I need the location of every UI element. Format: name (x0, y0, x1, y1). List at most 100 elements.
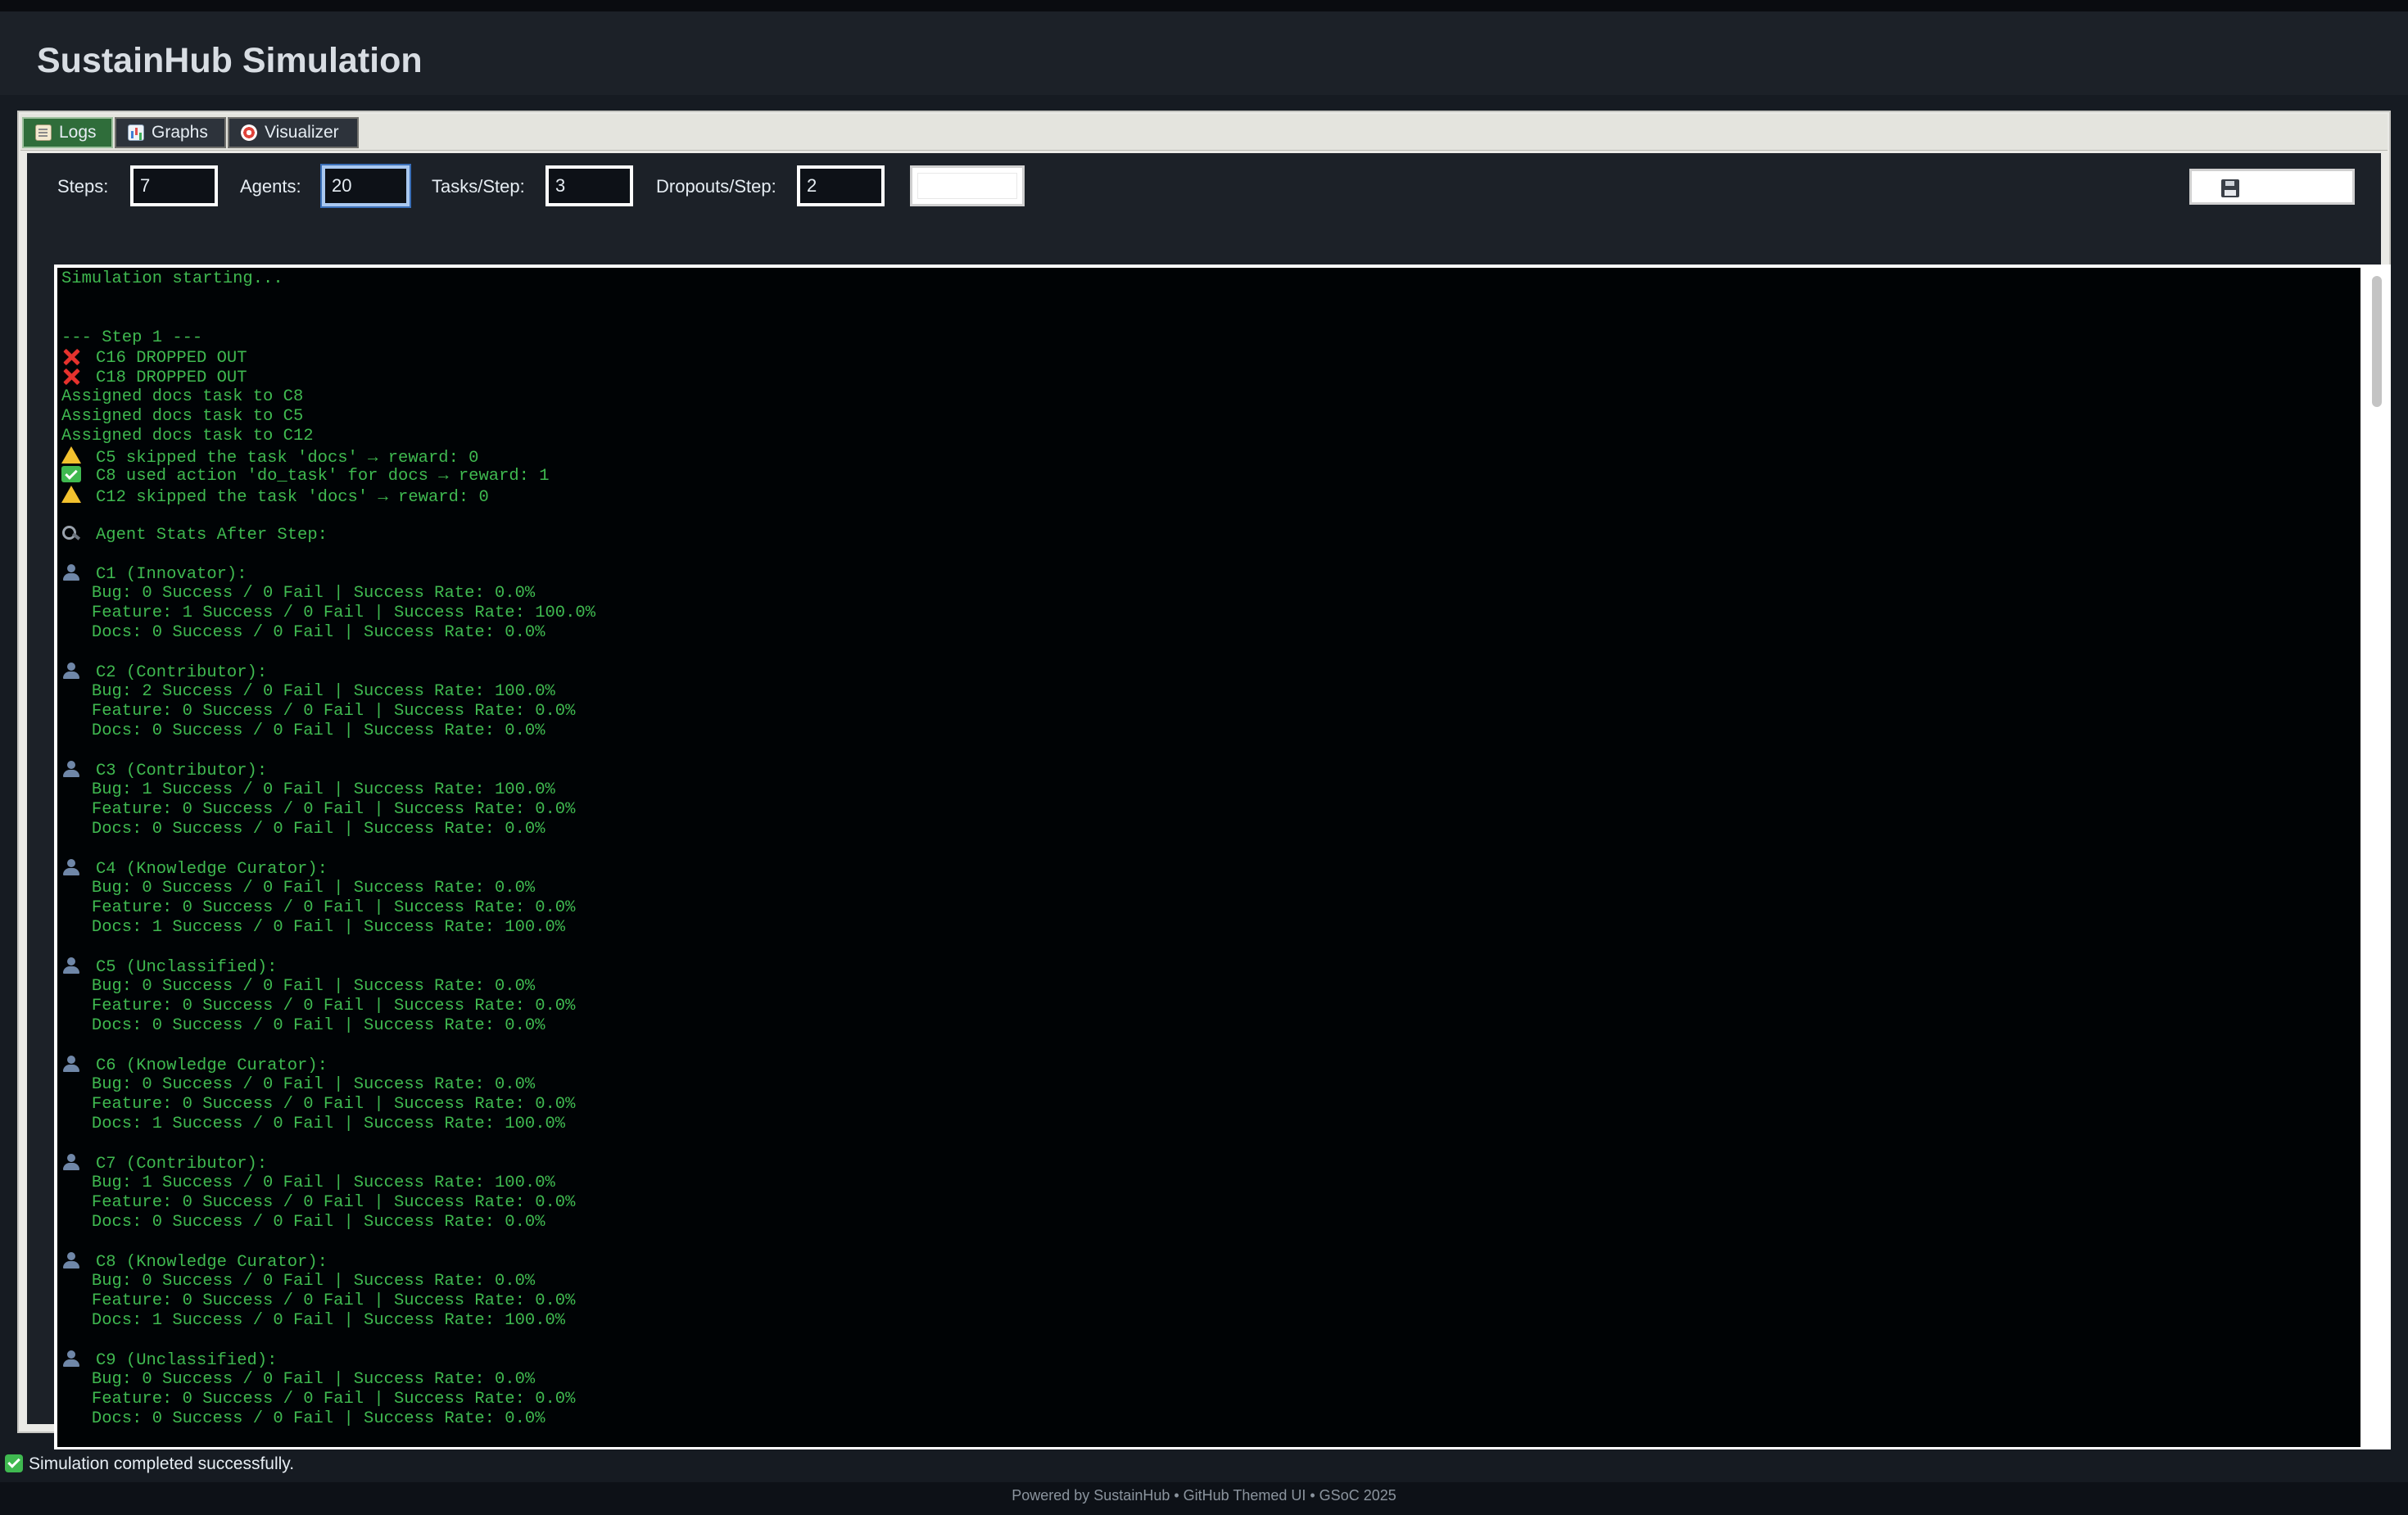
log-line-text: Assigned docs task to C12 (61, 427, 314, 445)
log-scrollbar[interactable] (2360, 268, 2388, 1447)
check-icon (5, 1454, 23, 1472)
log-line: Docs: 0 Success / 0 Fail | Success Rate:… (61, 721, 2360, 741)
log-line: C5 (Unclassified): (61, 957, 2360, 977)
log-line: Bug: 0 Success / 0 Fail | Success Rate: … (61, 977, 2360, 997)
log-line-text: Docs: 0 Success / 0 Fail | Success Rate:… (61, 820, 545, 839)
log-line-text: Bug: 0 Success / 0 Fail | Success Rate: … (61, 1272, 536, 1291)
log-line-text: C5 (Unclassified): (96, 958, 278, 977)
log-line: Docs: 1 Success / 0 Fail | Success Rate:… (61, 1115, 2360, 1134)
log-line: Feature: 0 Success / 0 Fail | Success Ra… (61, 1291, 2360, 1311)
user-icon (61, 663, 81, 679)
log-line: Docs: 0 Success / 0 Fail | Success Rate:… (61, 1409, 2360, 1429)
log-line-text: Feature: 0 Success / 0 Fail | Success Ra… (61, 800, 576, 819)
user-icon (61, 1154, 81, 1170)
tab-graphs[interactable]: Graphs (115, 117, 226, 148)
log-line-text: C8 (Knowledge Curator): (96, 1253, 328, 1272)
log-line: C9 (Unclassified): (61, 1350, 2360, 1370)
log-line-text: Simulation starting... (61, 269, 283, 288)
log-line-text: Agent Stats After Step: (96, 526, 328, 545)
log-line-text: Feature: 1 Success / 0 Fail | Success Ra… (61, 604, 596, 622)
dropouts-per-step-input[interactable] (797, 165, 885, 206)
save-log-button[interactable] (2189, 169, 2355, 205)
cross-icon (61, 348, 81, 364)
log-line-text: C12 skipped the task 'docs' → reward: 0 (96, 488, 489, 507)
user-icon (61, 564, 81, 581)
log-line: Feature: 0 Success / 0 Fail | Success Ra… (61, 997, 2360, 1016)
log-line: C8 used action 'do_task' for docs → rewa… (61, 466, 2360, 486)
log-line-text: C16 DROPPED OUT (96, 349, 247, 368)
log-line: Feature: 0 Success / 0 Fail | Success Ra… (61, 800, 2360, 820)
log-line: C4 (Knowledge Curator): (61, 859, 2360, 879)
log-line-text: Bug: 0 Success / 0 Fail | Success Rate: … (61, 879, 536, 898)
tasks-per-step-input[interactable] (545, 165, 633, 206)
check-icon (61, 466, 81, 482)
log-line-text: C3 (Contributor): (96, 762, 268, 780)
footer-text: Powered by SustainHub • GitHub Themed UI… (1012, 1487, 1396, 1504)
steps-input[interactable] (130, 165, 218, 206)
user-icon (61, 859, 81, 875)
app-header: SustainHub Simulation (0, 11, 2408, 95)
log-line-text: C8 used action 'do_task' for docs → rewa… (96, 467, 550, 486)
target-icon (241, 124, 257, 141)
status-bar: Simulation completed successfully. (0, 1449, 2408, 1477)
log-line: Agent Stats After Step: (61, 525, 2360, 545)
log-line: Bug: 0 Success / 0 Fail | Success Rate: … (61, 1272, 2360, 1291)
tab-logs-label: Logs (59, 123, 97, 142)
tab-visualizer[interactable]: Visualizer (228, 117, 359, 148)
user-icon (61, 761, 81, 777)
bar-chart-icon (128, 124, 144, 141)
log-line: Bug: 0 Success / 0 Fail | Success Rate: … (61, 1075, 2360, 1095)
log-line-text: Bug: 0 Success / 0 Fail | Success Rate: … (61, 584, 536, 603)
log-line-text: Docs: 0 Success / 0 Fail | Success Rate:… (61, 721, 545, 740)
log-line-text: Bug: 1 Success / 0 Fail | Success Rate: … (61, 780, 555, 799)
tab-visualizer-label: Visualizer (265, 123, 339, 142)
status-text: Simulation completed successfully. (29, 1454, 295, 1473)
log-line-text: Docs: 1 Success / 0 Fail | Success Rate:… (61, 1311, 566, 1330)
log-line-text: Feature: 0 Success / 0 Fail | Success Ra… (61, 1193, 576, 1212)
user-icon (61, 1350, 81, 1367)
log-line: Bug: 2 Success / 0 Fail | Success Rate: … (61, 682, 2360, 702)
log-line: Bug: 0 Success / 0 Fail | Success Rate: … (61, 584, 2360, 604)
run-simulation-button[interactable] (910, 165, 1025, 206)
warning-icon (61, 446, 81, 464)
log-line-text: Docs: 0 Success / 0 Fail | Success Rate:… (61, 623, 545, 642)
log-line: C5 skipped the task 'docs' → reward: 0 (61, 446, 2360, 468)
log-line-text: C5 skipped the task 'docs' → reward: 0 (96, 449, 479, 468)
log-line: Docs: 0 Success / 0 Fail | Success Rate:… (61, 1016, 2360, 1036)
log-line: Feature: 0 Success / 0 Fail | Success Ra… (61, 898, 2360, 918)
log-line-text: Bug: 2 Success / 0 Fail | Success Rate: … (61, 682, 555, 701)
floppy-disk-icon (2221, 179, 2239, 197)
log-line: Bug: 1 Success / 0 Fail | Success Rate: … (61, 1174, 2360, 1193)
log-frame: Simulation starting... --- Step 1 --- C16 … (54, 265, 2391, 1454)
user-icon (61, 1056, 81, 1072)
log-line: Feature: 0 Success / 0 Fail | Success Ra… (61, 1193, 2360, 1213)
log-line: C1 (Innovator): (61, 564, 2360, 584)
log-line-text: Feature: 0 Success / 0 Fail | Success Ra… (61, 1095, 576, 1114)
window-top-strip (0, 0, 2408, 11)
tab-logs[interactable]: Logs (22, 117, 113, 148)
simulation-controls: Steps: Agents: Tasks/Step: Dropouts/Step… (27, 153, 2381, 225)
log-line-text: Bug: 0 Success / 0 Fail | Success Rate: … (61, 1370, 536, 1389)
log-output[interactable]: Simulation starting... --- Step 1 --- C16 … (57, 268, 2360, 1447)
log-line-text: C4 (Knowledge Curator): (96, 860, 328, 879)
log-line-text: C18 DROPPED OUT (96, 369, 247, 387)
cross-icon (61, 368, 81, 384)
log-line: C16 DROPPED OUT (61, 348, 2360, 368)
warning-icon (61, 486, 81, 503)
main-frame: Logs Graphs Visualizer Steps: Agents: Ta… (17, 111, 2391, 1454)
log-line: C12 skipped the task 'docs' → reward: 0 (61, 486, 2360, 507)
log-line: C8 (Knowledge Curator): (61, 1252, 2360, 1272)
scrollbar-thumb[interactable] (2372, 276, 2382, 407)
log-line-text: Bug: 0 Success / 0 Fail | Success Rate: … (61, 1075, 536, 1094)
tab-graphs-label: Graphs (152, 123, 208, 142)
footer: Powered by SustainHub • GitHub Themed UI… (0, 1482, 2408, 1515)
log-line-text: C9 (Unclassified): (96, 1351, 278, 1370)
agents-input[interactable] (322, 165, 410, 206)
